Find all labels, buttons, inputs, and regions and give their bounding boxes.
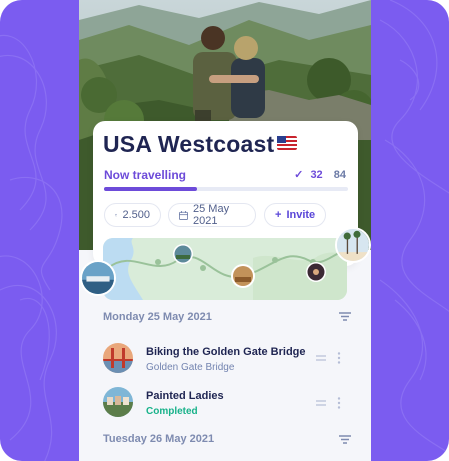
- filter-icon[interactable]: [338, 434, 352, 445]
- floating-photo-right: [335, 227, 371, 263]
- wallet-icon: [115, 214, 118, 217]
- map-photo-marker[interactable]: [230, 263, 256, 289]
- budget-chip[interactable]: 2.500: [104, 203, 161, 227]
- trip-status: Now travelling: [104, 168, 187, 182]
- day-header: Tuesday 26 May 2021: [103, 433, 215, 445]
- day-header: Monday 25 May 2021: [103, 311, 212, 323]
- progress-bar: [104, 187, 348, 191]
- total-count: 84: [333, 169, 346, 181]
- trip-title: USA Westcoast: [103, 131, 275, 157]
- invite-button[interactable]: + Invite: [264, 203, 326, 227]
- done-count: 32: [310, 169, 323, 181]
- more-icon[interactable]: [337, 397, 341, 409]
- item-thumbnail: [103, 343, 133, 373]
- item-thumbnail: [103, 387, 133, 417]
- filter-icon[interactable]: [338, 311, 352, 322]
- date-value: 25 May 2021: [193, 203, 230, 227]
- floating-photo-left: [80, 260, 116, 296]
- item-title: Biking the Golden Gate Bridge: [146, 346, 306, 358]
- progress-counts: ✓ 32 84: [294, 168, 346, 181]
- route-map[interactable]: [103, 238, 347, 300]
- invite-label: Invite: [286, 209, 316, 221]
- drag-handle-icon[interactable]: [316, 400, 326, 406]
- more-icon[interactable]: [337, 352, 341, 364]
- date-chip[interactable]: 25 May 2021: [168, 203, 256, 227]
- progress-fill: [104, 187, 197, 191]
- calendar-icon: [179, 210, 188, 220]
- us-flag-icon: [277, 136, 297, 150]
- budget-value: 2.500: [122, 209, 150, 221]
- phone-screen: USA Westcoast Now travelling ✓ 32 84 2.5…: [79, 0, 371, 461]
- checkmark-icon: ✓: [294, 169, 304, 181]
- map-photo-marker[interactable]: [305, 261, 327, 283]
- item-title: Painted Ladies: [146, 390, 224, 402]
- item-status: Completed: [146, 406, 198, 417]
- item-subtitle: Golden Gate Bridge: [146, 362, 235, 373]
- map-photo-marker[interactable]: [172, 243, 194, 265]
- plus-icon: +: [275, 209, 282, 221]
- drag-handle-icon[interactable]: [316, 355, 326, 361]
